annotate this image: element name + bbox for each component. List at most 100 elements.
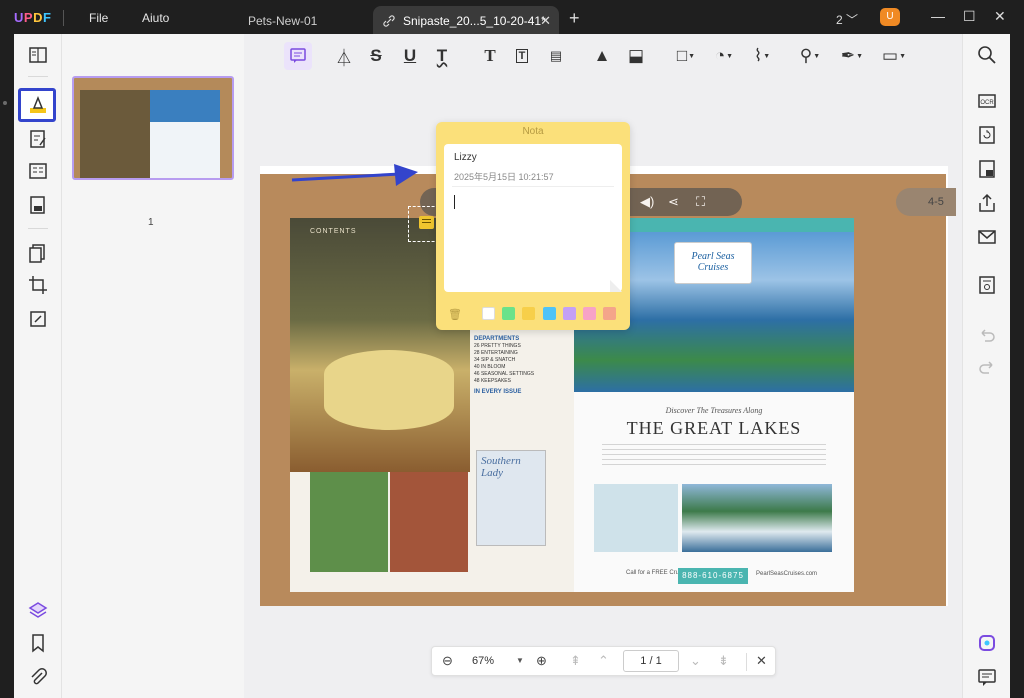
convert-icon[interactable]	[976, 124, 998, 146]
magazine-cover: Southern Lady	[476, 450, 546, 546]
thumb-left-page	[80, 90, 150, 178]
comments-panel-icon[interactable]	[976, 666, 998, 688]
paperclip-icon: ⌇	[753, 46, 763, 65]
attachment-tool[interactable]: ⌇ ▼	[744, 42, 780, 70]
next-page-icon[interactable]: ⌄	[690, 653, 701, 669]
tab-snipaste[interactable]: Snipaste_20...5_10-20-41* ✕	[373, 6, 559, 34]
sign-icon[interactable]	[27, 194, 49, 216]
attachment-icon[interactable]	[27, 666, 49, 688]
brand-text: Pearl Seas Cruises	[691, 251, 735, 273]
redo-icon[interactable]	[976, 356, 998, 378]
bookmark-icon[interactable]	[27, 632, 49, 654]
shape-tool[interactable]: □ ▼	[668, 42, 704, 70]
edit-pdf-icon[interactable]	[27, 128, 49, 150]
measure-tool[interactable]: ▭ ▼	[876, 42, 912, 70]
text-cursor	[454, 195, 455, 209]
save-icon[interactable]	[976, 274, 998, 296]
email-icon[interactable]	[976, 226, 998, 248]
menu-help[interactable]: Aiuto	[142, 11, 169, 25]
active-indicator	[3, 101, 7, 105]
comment-icon	[419, 216, 434, 229]
color-swatch-pink[interactable]	[583, 307, 596, 320]
underline-tool[interactable]: U	[396, 42, 424, 70]
search-icon[interactable]	[976, 44, 998, 66]
pencil-tool[interactable]: ▲	[588, 42, 616, 70]
ai-assistant-icon[interactable]	[976, 632, 998, 654]
minimize-button[interactable]: —	[931, 8, 945, 24]
ocr-icon[interactable]: OCR	[976, 90, 998, 112]
color-swatch-green[interactable]	[502, 307, 515, 320]
strikethrough-icon: S	[370, 46, 382, 65]
form-icon[interactable]	[27, 160, 49, 182]
protect-icon[interactable]	[976, 158, 998, 180]
chevron-down-icon: ﹀	[846, 13, 859, 27]
discover-subtitle: Discover The Treasures Along	[665, 406, 763, 415]
note-timestamp: 2025年5月15日 10:21:57	[454, 172, 554, 182]
left-tool-rail	[3, 34, 62, 698]
page-tools-icon[interactable]	[27, 308, 49, 330]
squiggly-tool[interactable]: T	[428, 42, 456, 70]
zoom-out-icon[interactable]: ⊖	[442, 653, 453, 669]
maximize-button[interactable]: ☐	[963, 8, 976, 25]
page-number-input[interactable]: 1 / 1	[623, 650, 679, 672]
color-swatch-blue[interactable]	[543, 307, 556, 320]
note-title: Nota	[522, 126, 544, 137]
svg-text:OCR: OCR	[980, 100, 994, 106]
rail-separator	[28, 76, 48, 77]
text-icon: T	[484, 46, 496, 65]
sticker-icon: ◔	[714, 46, 726, 65]
text-callout-icon: ▤	[549, 48, 563, 63]
signature-tool[interactable]: ✒ ▼	[834, 42, 870, 70]
sticker-tool[interactable]: ◔ ▼	[706, 42, 742, 70]
color-swatch-yellow[interactable]	[522, 307, 535, 320]
page-thumbnail[interactable]	[72, 76, 234, 180]
zoom-bar-separator	[746, 653, 747, 671]
close-tab-icon[interactable]: ✕	[540, 13, 551, 29]
eraser-tool[interactable]: ⬓	[622, 42, 650, 70]
right-tool-rail: OCR	[962, 34, 1010, 698]
menu-file[interactable]: File	[89, 11, 108, 25]
sticky-note-tool[interactable]	[284, 42, 312, 70]
previous-page-icon[interactable]: ⌃	[598, 653, 609, 669]
organize-pages-icon[interactable]	[27, 242, 49, 264]
rectangle-icon: □	[676, 46, 688, 65]
stamp-tool[interactable]: ⚲ ▼	[792, 42, 828, 70]
fullscreen-icon[interactable]: ⛶	[696, 194, 705, 210]
note-content-area[interactable]: Lizzy 2025年5月15日 10:21:57	[444, 144, 622, 292]
text-callout-tool[interactable]: ▤	[542, 42, 570, 70]
trash-icon[interactable]: 🗑	[448, 308, 462, 321]
tab-label: Snipaste_20...5_10-20-41*	[403, 14, 546, 28]
user-avatar[interactable]: U	[880, 8, 900, 26]
highlight-tool[interactable]: ⏃	[330, 42, 358, 70]
last-page-icon[interactable]: ⇟	[718, 653, 729, 669]
rail-separator	[28, 228, 48, 229]
text-tool[interactable]: T	[476, 42, 504, 70]
text-box-tool[interactable]: T	[508, 42, 536, 70]
phone-number: 888-610-6875	[678, 568, 748, 584]
zoom-in-icon[interactable]: ⊕	[536, 653, 547, 669]
layers-icon[interactable]	[27, 600, 49, 622]
open-docs-count[interactable]: 2 ﹀	[836, 11, 858, 28]
new-tab-button[interactable]: +	[569, 8, 580, 29]
pen-nib-icon: ✒	[840, 46, 856, 65]
zoom-dropdown-icon[interactable]: ▼	[516, 656, 524, 665]
link-icon	[383, 15, 395, 27]
reader-mode-icon[interactable]	[27, 44, 49, 66]
undo-icon[interactable]	[976, 324, 998, 346]
color-swatch-purple[interactable]	[563, 307, 576, 320]
departments-heading: DEPARTMENTS	[474, 336, 520, 342]
tab-pets-new[interactable]: Pets-New-01	[236, 6, 366, 34]
volume-icon[interactable]: ◀)	[640, 194, 654, 210]
zoom-level[interactable]: 67%	[472, 655, 494, 667]
close-window-button[interactable]: ✕	[994, 8, 1006, 25]
first-page-icon[interactable]: ⇞	[570, 653, 581, 669]
color-swatch-orange[interactable]	[603, 307, 616, 320]
share-icon[interactable]	[976, 192, 998, 214]
share-icon[interactable]: ⋖	[668, 194, 679, 210]
comment-mode-icon[interactable]	[27, 94, 49, 116]
color-swatch-white[interactable]	[482, 307, 495, 320]
sticky-note-popup: Nota Lizzy 2025年5月15日 10:21:57 🗑	[436, 122, 630, 330]
strikethrough-tool[interactable]: S	[362, 42, 390, 70]
crop-icon[interactable]	[27, 274, 49, 296]
close-zoom-bar-icon[interactable]: ✕	[756, 653, 767, 669]
